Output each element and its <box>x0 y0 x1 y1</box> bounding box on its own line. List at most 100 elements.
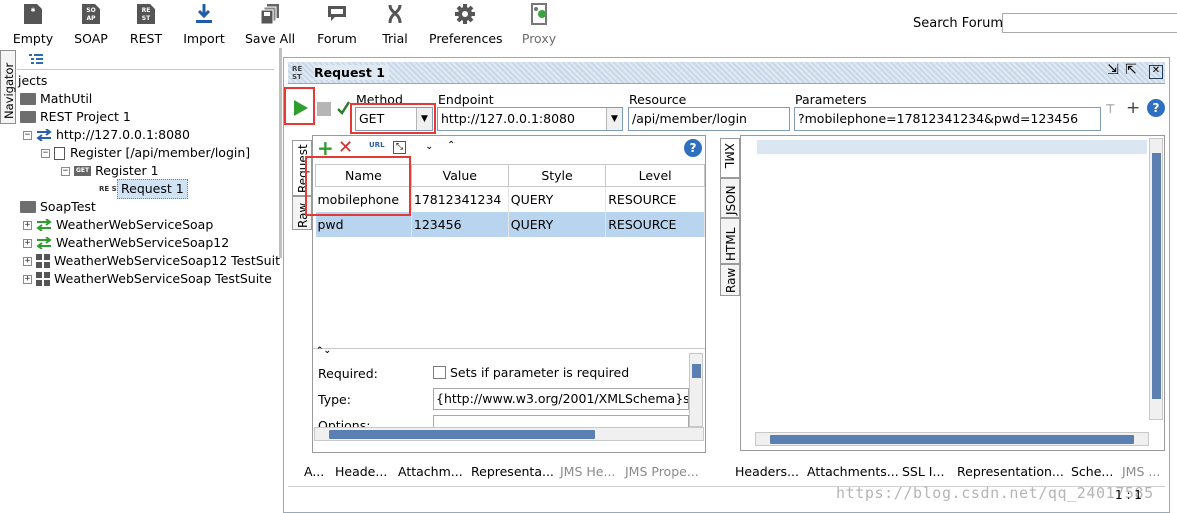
tree-view-icon[interactable] <box>29 54 43 66</box>
search-forum-label: Search Forum <box>913 16 1004 31</box>
tab-xml[interactable]: XML <box>720 138 740 178</box>
tab-schema[interactable]: Sche... <box>1071 464 1113 479</box>
tab-raw-response-label: Raw <box>724 267 738 293</box>
parameters-label: Parameters <box>795 92 867 107</box>
navigator-panel: jects MathUtil REST Project 1 − http://1… <box>17 48 280 513</box>
parameters-input[interactable]: ?mobilephone=17812341234&pwd=123456 <box>794 107 1101 131</box>
response-editor[interactable] <box>757 140 1147 154</box>
param-style-cell[interactable]: QUERY <box>508 211 607 237</box>
parameters-pane: + ✕ URL ⤡ ⌄ ⌃ ? Name Value Style Level m… <box>305 135 706 453</box>
param-level-cell[interactable]: RESOURCE <box>605 211 705 237</box>
maximize-icon[interactable]: ⇱ <box>1124 63 1138 79</box>
required-checkbox[interactable]: Sets if parameter is required <box>433 365 629 380</box>
tree-item-method[interactable]: − GET Register 1 <box>61 162 159 180</box>
minimize-icon[interactable]: ⇲ <box>1106 63 1120 79</box>
rest-button[interactable]: RE ST REST <box>128 2 164 46</box>
tab-representations[interactable]: Representa... <box>471 464 554 479</box>
help-icon[interactable]: ? <box>684 139 702 157</box>
preferences-label: Preferences <box>429 31 503 46</box>
rest-project-icon: RE ST <box>135 3 157 25</box>
soap-project-icon: SO AP <box>80 3 102 25</box>
validate-icon[interactable] <box>336 100 350 116</box>
tab-jms-headers[interactable]: JMS He... <box>560 464 615 479</box>
split-toggle-icon[interactable]: ⌃⌄ <box>316 346 331 356</box>
tree-item-label: jects <box>18 73 48 88</box>
param-value-cell[interactable]: 17812341234 <box>411 186 509 212</box>
expand-toggle[interactable]: + <box>23 274 32 284</box>
import-button[interactable]: Import <box>181 2 227 46</box>
tree-item-rest-project[interactable]: REST Project 1 <box>20 108 131 126</box>
response-horizontal-scrollbar[interactable] <box>755 432 1149 446</box>
get-method-icon: GET <box>74 166 92 176</box>
request-title-bar: RE ST Request 1 ⇲ ⇱ ✕ <box>288 62 1165 84</box>
tree-item-soaptest[interactable]: SoapTest <box>20 198 96 216</box>
import-icon <box>193 3 215 25</box>
tree-item-weather-soap-testsuite[interactable]: + WeatherWebServiceSoap TestSuite <box>23 270 272 288</box>
help-icon[interactable]: ? <box>1147 99 1165 117</box>
type-input[interactable]: {http://www.w3.org/2001/XMLSchema}string <box>433 388 689 410</box>
filter-icon[interactable]: ⊤ <box>1105 102 1115 116</box>
soap-button[interactable]: SO AP SOAP <box>72 2 110 46</box>
close-icon[interactable]: ✕ <box>1149 65 1163 79</box>
tab-jms[interactable]: JMS ... <box>1122 464 1160 479</box>
empty-button[interactable]: ✱ Empty <box>12 2 54 46</box>
proxy-button[interactable]: Proxy <box>520 2 558 46</box>
expand-all-icon[interactable]: ⤡ <box>393 141 406 154</box>
detail-vertical-scrollbar[interactable] <box>689 353 703 427</box>
tab-headers[interactable]: Heade... <box>335 464 387 479</box>
tab-response-representations[interactable]: Representation... <box>957 464 1064 479</box>
tab-ssl-info[interactable]: SSL I... <box>902 464 944 479</box>
param-style-cell[interactable]: QUERY <box>508 186 607 212</box>
tree-item-mathutil[interactable]: MathUtil <box>20 90 92 108</box>
add-icon[interactable]: + <box>1126 98 1140 118</box>
tab-html[interactable]: HTML <box>720 218 740 264</box>
folder-icon <box>20 111 36 123</box>
tab-json[interactable]: JSON <box>720 178 740 218</box>
endpoint-combo[interactable]: http://127.0.0.1:8080 ▼ <box>437 107 623 131</box>
detail-horizontal-scrollbar[interactable] <box>314 427 704 441</box>
tab-response-headers[interactable]: Headers... <box>735 464 799 479</box>
tab-response-attachments[interactable]: Attachments... <box>807 464 899 479</box>
move-up-icon[interactable]: ⌃ <box>447 140 455 151</box>
collapse-toggle[interactable]: − <box>41 148 50 158</box>
tab-raw-response[interactable]: Raw <box>720 264 740 296</box>
tree-item-label: Request 1 <box>117 179 188 199</box>
search-forum-input[interactable] <box>1002 13 1177 33</box>
tab-xml-label: XML <box>722 143 736 169</box>
chevron-down-icon: ▼ <box>606 108 622 130</box>
expand-toggle[interactable]: + <box>23 220 32 230</box>
column-header-value[interactable]: Value <box>410 164 509 187</box>
move-down-icon[interactable]: ⌄ <box>425 141 433 152</box>
tree-item-weather-soap12[interactable]: + WeatherWebServiceSoap12 <box>23 234 229 252</box>
cursor-position: 1 : 1 <box>1115 488 1142 502</box>
resource-input[interactable]: /api/member/login <box>628 107 790 131</box>
tree-item-weather-soap[interactable]: + WeatherWebServiceSoap <box>23 216 213 234</box>
navigator-tab[interactable]: Navigator <box>0 50 16 124</box>
panel-splitter[interactable] <box>279 48 282 258</box>
column-header-level[interactable]: Level <box>605 164 705 187</box>
trial-button[interactable]: Trial <box>378 2 412 46</box>
tab-attachments[interactable]: Attachm... <box>398 464 463 479</box>
expand-toggle[interactable]: + <box>23 256 32 266</box>
param-value-cell[interactable]: 123456 <box>411 211 509 237</box>
tree-item-projects[interactable]: jects <box>18 72 47 90</box>
collapse-toggle[interactable]: − <box>23 130 32 140</box>
save-all-button[interactable]: Save All <box>245 2 295 46</box>
url-encode-icon[interactable]: URL <box>369 141 385 149</box>
forum-button[interactable]: Forum <box>315 2 359 46</box>
response-vertical-scrollbar[interactable] <box>1149 138 1163 420</box>
tree-item-endpoint[interactable]: − http://127.0.0.1:8080 <box>23 126 190 144</box>
tab-auth[interactable]: A... <box>304 464 324 479</box>
options-input[interactable] <box>433 415 689 427</box>
tree-item-resource[interactable]: − Register [/api/member/login] <box>41 144 250 162</box>
tree-item-label: Register [/api/member/login] <box>70 145 251 160</box>
tab-jms-properties[interactable]: JMS Prope... <box>625 464 699 479</box>
preferences-button[interactable]: Preferences <box>429 2 503 46</box>
stop-button[interactable] <box>317 102 331 116</box>
tree-item-request[interactable]: RE ST Request 1 <box>99 179 188 199</box>
expand-toggle[interactable]: + <box>23 238 32 248</box>
column-header-style[interactable]: Style <box>507 164 607 187</box>
tree-item-weather-soap12-testsuite[interactable]: + WeatherWebServiceSoap12 TestSuit <box>23 252 280 270</box>
collapse-toggle[interactable]: − <box>61 166 70 176</box>
param-level-cell[interactable]: RESOURCE <box>605 186 705 212</box>
